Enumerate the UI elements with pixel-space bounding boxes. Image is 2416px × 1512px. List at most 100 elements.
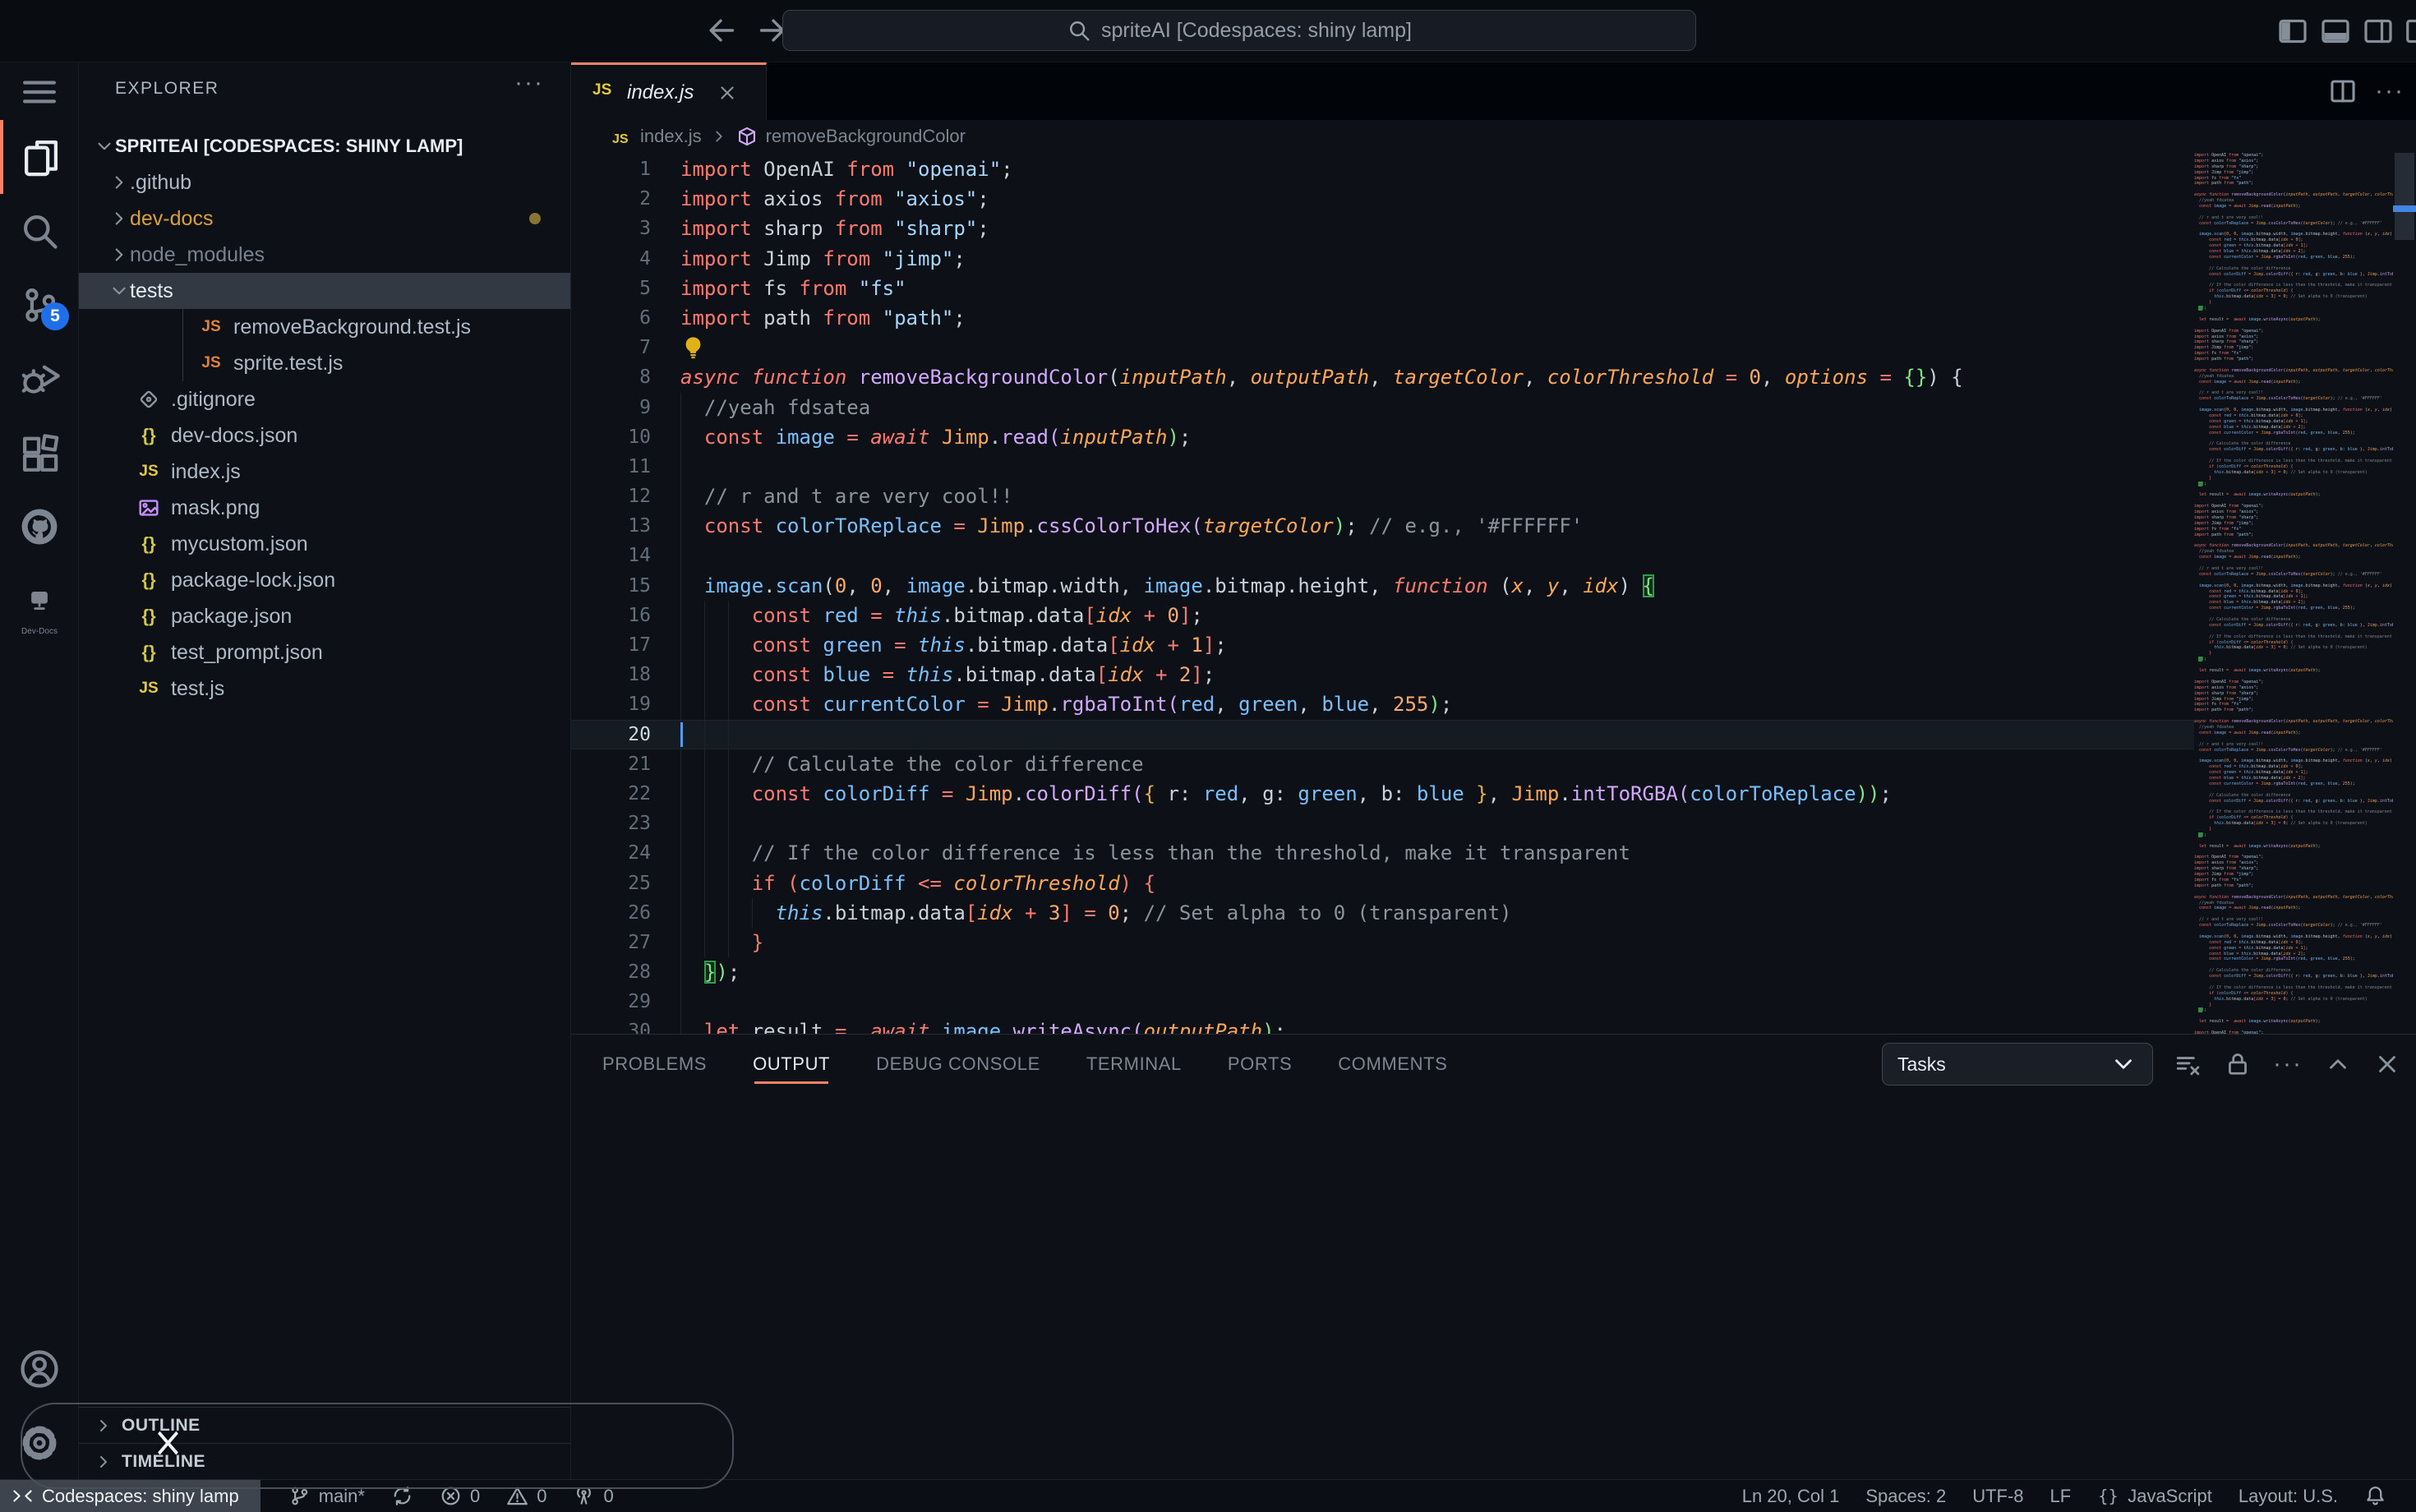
code-line-22[interactable]: 22 const colorDiff = Jimp.colorDiff({ r:… [571,779,2194,809]
activity-extensions[interactable] [0,416,79,490]
panel-tab-ports[interactable]: PORTS [1228,1035,1292,1094]
code-line-28[interactable]: 28 }); [571,957,2194,987]
code-line-29[interactable]: 29 [571,987,2194,1016]
status-spaces-2[interactable]: Spaces: 2 [1852,1486,1959,1507]
tree-item-dev-docs[interactable]: dev-docs [79,201,570,237]
status-utf-8[interactable]: UTF-8 [1959,1486,2036,1507]
toggle-panel-icon[interactable] [2319,15,2352,48]
status-bell[interactable] [2351,1485,2400,1507]
tree-item-removebackground-test-js[interactable]: JSremoveBackground.test.js [79,309,570,345]
tree-item-test-js[interactable]: JStest.js [79,671,570,707]
tree-item-package-json[interactable]: {}package.json [79,598,570,634]
more-actions-icon[interactable]: ··· [2273,1050,2303,1078]
status-layout-u-s-[interactable]: Layout: U.S. [2225,1486,2351,1507]
tree-item-dev-docs-json[interactable]: {}dev-docs.json [79,417,570,454]
code-line-23[interactable]: 23 [571,809,2194,838]
code-line-24[interactable]: 24 // If the color difference is less th… [571,838,2194,868]
lightbulb-icon[interactable] [680,335,706,361]
explorer-more-actions[interactable]: ··· [514,69,544,97]
toggle-primary-sidebar-icon[interactable] [2276,15,2309,48]
code-line-19[interactable]: 19 const currentColor = Jimp.rgbaToInt(r… [571,689,2194,719]
activity-dev-docs[interactable]: Dev-Docs [0,564,79,638]
customize-layout-icon[interactable] [2404,15,2416,48]
code-line-6[interactable]: 6import path from "path"; [571,303,2194,333]
panel-tab-comments[interactable]: COMMENTS [1338,1035,1447,1094]
section-timeline[interactable]: TIMELINE [79,1443,570,1479]
split-editor-icon[interactable] [2327,76,2358,107]
code-line-11[interactable]: 11 [571,452,2194,482]
code-line-21[interactable]: 21 // Calculate the color difference [571,749,2194,779]
tree-item--github[interactable]: .github [79,164,570,201]
status-sync[interactable] [378,1480,426,1512]
code-line-9[interactable]: 9 //yeah fdsatea [571,393,2194,422]
tree-item-index-js[interactable]: JSindex.js [79,454,570,490]
tree-item-tests[interactable]: tests [79,273,570,309]
close-tab-icon[interactable] [717,82,738,104]
code-line-12[interactable]: 12 // r and t are very cool!! [571,482,2194,511]
panel-tab-terminal[interactable]: TERMINAL [1086,1035,1182,1094]
activity-github[interactable] [0,490,79,564]
status-0[interactable]: 0 [426,1480,493,1512]
toggle-secondary-sidebar-icon[interactable] [2362,15,2395,48]
code-line-7[interactable]: 7 [571,333,2194,362]
tree-item-mask-png[interactable]: mask.png [79,490,570,526]
code-line-26[interactable]: 26 this.bitmap.data[idx + 3] = 0; // Set… [571,898,2194,928]
activity-accounts[interactable] [0,1332,79,1406]
section-outline[interactable]: OUTLINE [79,1407,570,1443]
code-line-18[interactable]: 18 const blue = this.bitmap.data[idx + 2… [571,660,2194,689]
command-center[interactable]: spriteAI [Codespaces: shiny lamp] [782,10,1696,51]
code-line-15[interactable]: 15 image.scan(0, 0, image.bitmap.width, … [571,571,2194,601]
editor-more-actions-icon[interactable]: ··· [2375,76,2404,107]
back-arrow-icon[interactable] [703,13,738,48]
activity-explorer[interactable] [0,120,79,194]
code-line-25[interactable]: 25 if (colorDiff <= colorThreshold) { [571,869,2194,898]
code-line-1[interactable]: 1import OpenAI from "openai"; [571,154,2194,184]
activity-search[interactable] [0,194,79,268]
output-channel-select[interactable]: Tasks [1882,1043,2153,1086]
tree-item-package-lock-json[interactable]: {}package-lock.json [79,562,570,598]
editor-scrollbar[interactable] [2393,153,2416,1034]
status-codespaces-shiny-lamp[interactable]: Codespaces: shiny lamp [0,1480,261,1512]
status-ln-20-col-1[interactable]: Ln 20, Col 1 [1729,1486,1853,1507]
code-line-3[interactable]: 3import sharp from "sharp"; [571,214,2194,243]
status-javascript[interactable]: {}JavaScript [2084,1485,2225,1507]
code-line-30[interactable]: 30 let result = await image.writeAsync(o… [571,1016,2194,1034]
code-line-20[interactable]: 20 [571,720,2194,749]
scrollbar-thumb[interactable] [2395,153,2414,240]
tree-item-test-prompt-json[interactable]: {}test_prompt.json [79,634,570,671]
status-lf[interactable]: LF [2037,1486,2085,1507]
code-line-10[interactable]: 10 const image = await Jimp.read(inputPa… [571,422,2194,452]
status-0[interactable]: 0 [560,1480,626,1512]
tree-item--gitignore[interactable]: .gitignore [79,381,570,417]
tab-index-js[interactable]: JS index.js [571,62,767,120]
tree-item-mycustom-json[interactable]: {}mycustom.json [79,526,570,562]
code-editor[interactable]: 1import OpenAI from "openai";2import axi… [571,153,2194,1034]
tree-item-node-modules[interactable]: node_modules [79,237,570,273]
code-line-16[interactable]: 16 const red = this.bitmap.data[idx + 0]… [571,601,2194,630]
clear-output-icon[interactable] [2174,1050,2202,1078]
minimap[interactable]: import OpenAI from "openai";import axios… [2194,153,2393,1034]
activity-run-and-debug[interactable] [0,342,79,416]
code-line-5[interactable]: 5import fs from "fs" [571,274,2194,303]
code-line-17[interactable]: 17 const green = this.bitmap.data[idx + … [571,630,2194,660]
status-main-[interactable]: main* [275,1480,378,1512]
code-line-14[interactable]: 14 [571,541,2194,570]
breadcrumb-item[interactable]: index.js [640,126,702,147]
tree-item-sprite-test-js[interactable]: JSsprite.test.js [79,345,570,381]
code-line-8[interactable]: 8async function removeBackgroundColor(in… [571,362,2194,392]
breadcrumb-item[interactable]: removeBackgroundColor [766,126,966,147]
panel-tab-debug-console[interactable]: DEBUG CONSOLE [876,1035,1040,1094]
code-line-13[interactable]: 13 const colorToReplace = Jimp.cssColorT… [571,511,2194,541]
code-line-4[interactable]: 4import Jimp from "jimp"; [571,244,2194,274]
code-line-27[interactable]: 27 } [571,928,2194,957]
panel-tab-problems[interactable]: PROBLEMS [602,1035,707,1094]
activity-source-control[interactable]: 5 [0,268,79,342]
maximize-panel-icon[interactable] [2324,1050,2352,1078]
activity-menu[interactable] [0,69,79,115]
lock-icon[interactable] [2224,1050,2252,1078]
tree-item-spriteai-codespaces-shiny-lamp-[interactable]: SPRITEAI [CODESPACES: SHINY LAMP] [79,128,570,164]
close-panel-icon[interactable] [2373,1050,2401,1078]
activity-settings[interactable] [0,1406,79,1480]
code-line-2[interactable]: 2import axios from "axios"; [571,184,2194,214]
status-0[interactable]: 0 [493,1480,560,1512]
